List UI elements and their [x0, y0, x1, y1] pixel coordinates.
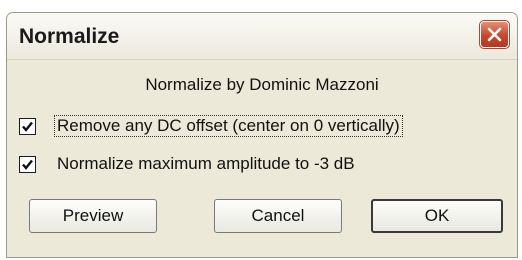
dc-offset-checkbox[interactable] — [19, 118, 36, 135]
normalize-amplitude-label[interactable]: Normalize maximum amplitude to -3 dB — [55, 154, 357, 174]
dc-offset-label[interactable]: Remove any DC offset (center on 0 vertic… — [54, 115, 403, 137]
author-line: Normalize by Dominic Mazzoni — [145, 75, 379, 94]
cancel-button[interactable]: Cancel — [214, 199, 342, 233]
preview-button[interactable]: Preview — [29, 199, 157, 233]
close-icon — [487, 27, 502, 42]
checkmark-icon — [22, 121, 33, 132]
title-bar[interactable]: Normalize — [7, 13, 517, 60]
close-button[interactable] — [479, 20, 510, 49]
normalize-dialog: Normalize Normalize by Dominic Mazzoni R… — [6, 12, 518, 258]
checkmark-icon — [22, 159, 33, 170]
ok-button[interactable]: OK — [371, 199, 503, 233]
dialog-title: Normalize — [19, 25, 120, 48]
normalize-amplitude-checkbox[interactable] — [19, 156, 36, 173]
